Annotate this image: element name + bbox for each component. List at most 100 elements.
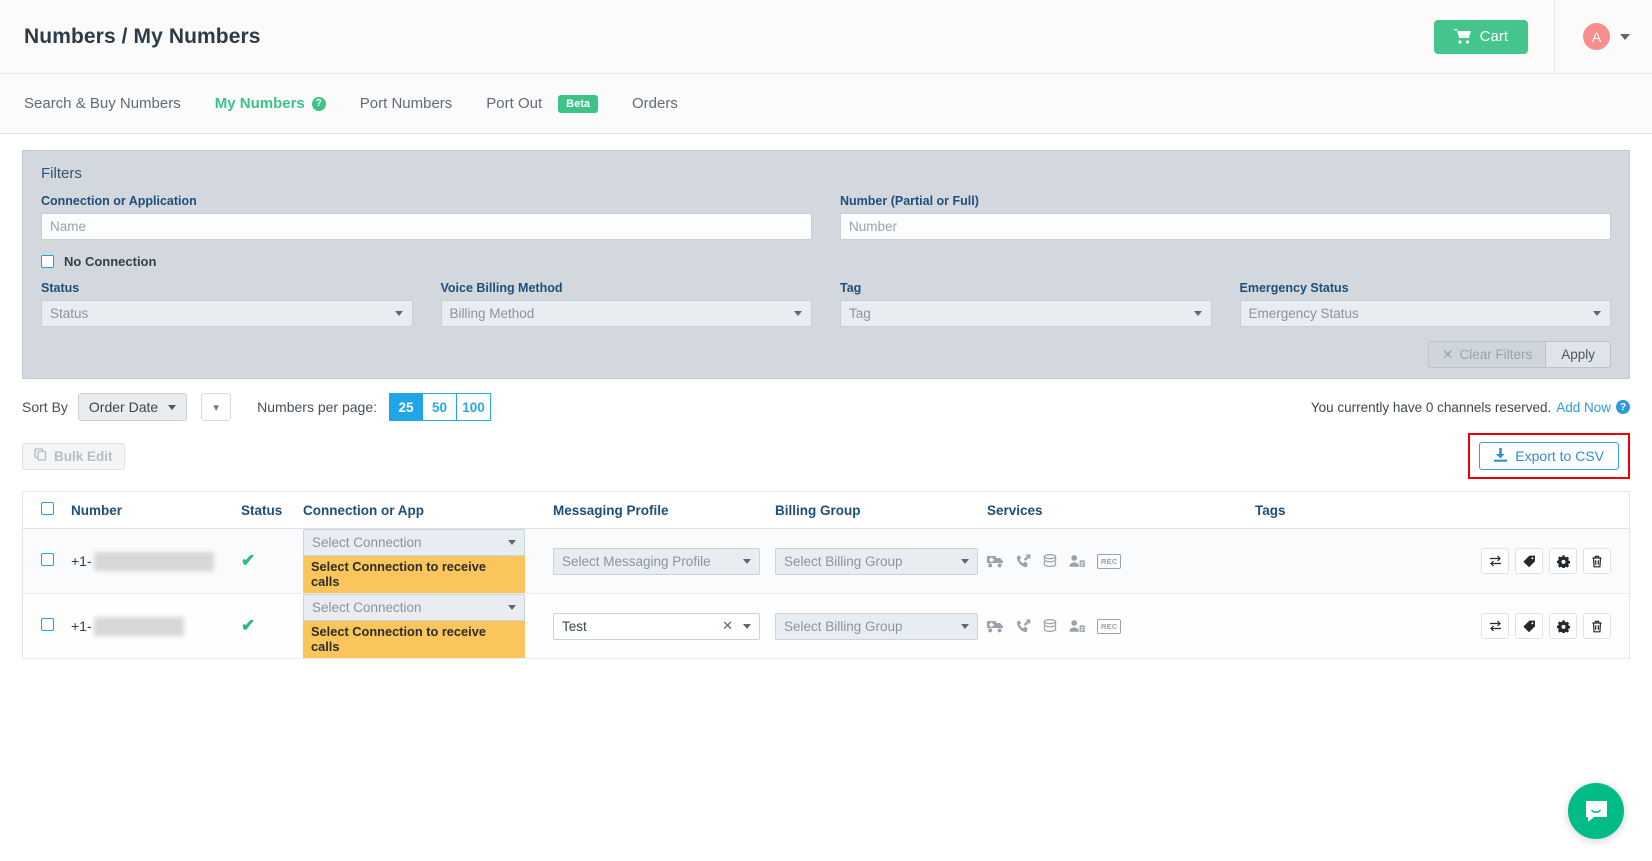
clear-messaging-profile-icon[interactable]: ✕ bbox=[722, 618, 733, 634]
row-billing-group-cell: Select Billing Group bbox=[775, 593, 987, 659]
tab-my-numbers[interactable]: My Numbers ? bbox=[215, 95, 326, 112]
call-recording-icon[interactable]: REC bbox=[1097, 553, 1122, 569]
filter-number-input[interactable] bbox=[840, 213, 1611, 240]
user-menu[interactable]: A bbox=[1554, 0, 1652, 73]
numbers-table: Number Status Connection or App Messagin… bbox=[23, 492, 1629, 659]
clear-filters-label: Clear Filters bbox=[1459, 347, 1533, 362]
chevron-down-icon bbox=[961, 623, 969, 629]
row-checkbox[interactable] bbox=[41, 618, 54, 631]
row-tags-cell bbox=[1255, 593, 1629, 659]
redacted-number bbox=[93, 551, 214, 571]
filter-status-select[interactable]: Status bbox=[41, 300, 413, 327]
intercom-chat-icon bbox=[1585, 800, 1607, 822]
clear-filters-button[interactable]: ✕ Clear Filters bbox=[1428, 341, 1547, 368]
bulk-edit-button[interactable]: Bulk Edit bbox=[22, 442, 125, 470]
column-header-billing-group[interactable]: Billing Group bbox=[775, 492, 987, 529]
delete-trash-icon[interactable] bbox=[1583, 613, 1611, 639]
tab-search-buy-numbers[interactable]: Search & Buy Numbers bbox=[24, 95, 181, 112]
column-header-status[interactable]: Status bbox=[241, 492, 303, 529]
filter-actions: ✕ Clear Filters Apply bbox=[41, 341, 1611, 368]
row-services-cell: REC bbox=[987, 528, 1255, 594]
transfer-icon[interactable] bbox=[1481, 548, 1509, 574]
messaging-profile-select[interactable]: Select Messaging Profile bbox=[553, 547, 760, 575]
intercom-chat-launcher[interactable] bbox=[1568, 783, 1624, 839]
no-connection-row[interactable]: No Connection bbox=[41, 254, 1611, 269]
no-connection-checkbox[interactable] bbox=[41, 255, 54, 268]
transfer-icon[interactable] bbox=[1481, 613, 1509, 639]
filter-emergency-label: Emergency Status bbox=[1239, 281, 1349, 295]
row-select-cell bbox=[23, 593, 71, 659]
number-prefix: +1- bbox=[71, 618, 92, 634]
connection-select[interactable]: Select Connection bbox=[303, 529, 525, 556]
add-now-link[interactable]: Add Now bbox=[1556, 400, 1611, 415]
cnam-icon[interactable] bbox=[1043, 619, 1057, 633]
apply-filters-button[interactable]: Apply bbox=[1546, 341, 1611, 368]
column-header-tags[interactable]: Tags bbox=[1255, 492, 1629, 529]
page-size-25[interactable]: 25 bbox=[389, 393, 423, 421]
filter-connection-label: Connection or Application bbox=[41, 194, 197, 208]
caller-id-icon[interactable] bbox=[1069, 619, 1085, 633]
billing-group-value: Select Billing Group bbox=[784, 553, 903, 569]
tag-icon[interactable] bbox=[1515, 548, 1543, 574]
billing-group-select[interactable]: Select Billing Group bbox=[775, 612, 978, 640]
emergency-icon[interactable] bbox=[987, 619, 1004, 633]
caller-id-icon[interactable] bbox=[1069, 554, 1085, 568]
filter-number-group: Number (Partial or Full) bbox=[840, 194, 1611, 240]
tab-label: Port Numbers bbox=[359, 95, 453, 112]
primary-nav: Search & Buy Numbers My Numbers ? Port N… bbox=[0, 74, 1652, 134]
call-forwarding-icon[interactable] bbox=[1016, 618, 1031, 634]
tab-port-numbers[interactable]: Port Numbers bbox=[360, 95, 453, 112]
billing-group-select[interactable]: Select Billing Group bbox=[775, 547, 978, 575]
tab-orders[interactable]: Orders bbox=[632, 95, 678, 112]
column-header-services[interactable]: Services bbox=[987, 492, 1255, 529]
row-select-cell bbox=[23, 528, 71, 594]
sort-by-select[interactable]: Order Date bbox=[77, 393, 188, 421]
messaging-profile-select[interactable]: Test ✕ bbox=[553, 612, 760, 640]
row-status-cell: ✔ bbox=[241, 528, 303, 594]
row-checkbox[interactable] bbox=[41, 553, 54, 566]
connection-select[interactable]: Select Connection bbox=[303, 594, 525, 621]
chevron-down-icon bbox=[508, 540, 516, 545]
connection-warning: Select Connection to receive calls bbox=[303, 555, 525, 593]
page-size-100[interactable]: 100 bbox=[457, 393, 491, 421]
table-body: +1- ✔ Select Connection Select Connectio… bbox=[23, 528, 1629, 659]
column-header-number[interactable]: Number bbox=[71, 492, 241, 529]
settings-gear-icon[interactable] bbox=[1549, 613, 1577, 639]
filter-tag-select[interactable]: Tag bbox=[840, 300, 1212, 327]
tab-port-out[interactable]: Port Out Beta bbox=[486, 94, 598, 113]
column-header-connection[interactable]: Connection or App bbox=[303, 492, 553, 529]
sort-by-label: Sort By bbox=[22, 399, 68, 415]
page-size-50[interactable]: 50 bbox=[423, 393, 457, 421]
table-head: Number Status Connection or App Messagin… bbox=[23, 492, 1629, 529]
filter-connection-group: Connection or Application bbox=[41, 194, 812, 240]
check-mark-icon: ✔ bbox=[241, 616, 256, 635]
settings-gear-icon[interactable] bbox=[1549, 548, 1577, 574]
row-number-cell: +1- bbox=[71, 593, 241, 659]
cnam-icon[interactable] bbox=[1043, 554, 1057, 568]
filter-emergency-group: Emergency Status Emergency Status bbox=[1239, 281, 1611, 327]
delete-trash-icon[interactable] bbox=[1583, 548, 1611, 574]
emergency-icon[interactable] bbox=[987, 554, 1004, 568]
avatar: A bbox=[1583, 23, 1610, 50]
filter-emergency-select[interactable]: Emergency Status bbox=[1239, 300, 1611, 327]
filter-voice-billing-select[interactable]: Billing Method bbox=[440, 300, 812, 327]
select-all-checkbox[interactable] bbox=[41, 502, 54, 515]
tab-label: Orders bbox=[632, 95, 678, 112]
question-circle-icon[interactable]: ? bbox=[311, 96, 326, 111]
export-to-csv-button[interactable]: Export to CSV bbox=[1479, 442, 1619, 470]
filter-tag-label: Tag bbox=[840, 281, 862, 295]
call-forwarding-icon[interactable] bbox=[1016, 553, 1031, 569]
filter-connection-input[interactable] bbox=[41, 213, 812, 240]
bulk-export-row: Bulk Edit Export to CSV bbox=[0, 421, 1652, 479]
chevron-down-icon bbox=[508, 605, 516, 610]
row-services-cell: REC bbox=[987, 593, 1255, 659]
download-icon bbox=[1494, 447, 1508, 465]
no-connection-label: No Connection bbox=[64, 254, 157, 269]
tag-icon[interactable] bbox=[1515, 613, 1543, 639]
question-circle-icon[interactable]: ? bbox=[1616, 400, 1630, 414]
cart-button[interactable]: Cart bbox=[1433, 19, 1528, 54]
column-header-messaging-profile[interactable]: Messaging Profile bbox=[553, 492, 775, 529]
row-tags-cell bbox=[1255, 528, 1629, 594]
call-recording-icon[interactable]: REC bbox=[1097, 618, 1122, 634]
sort-direction-button[interactable]: ▾ bbox=[201, 393, 232, 421]
